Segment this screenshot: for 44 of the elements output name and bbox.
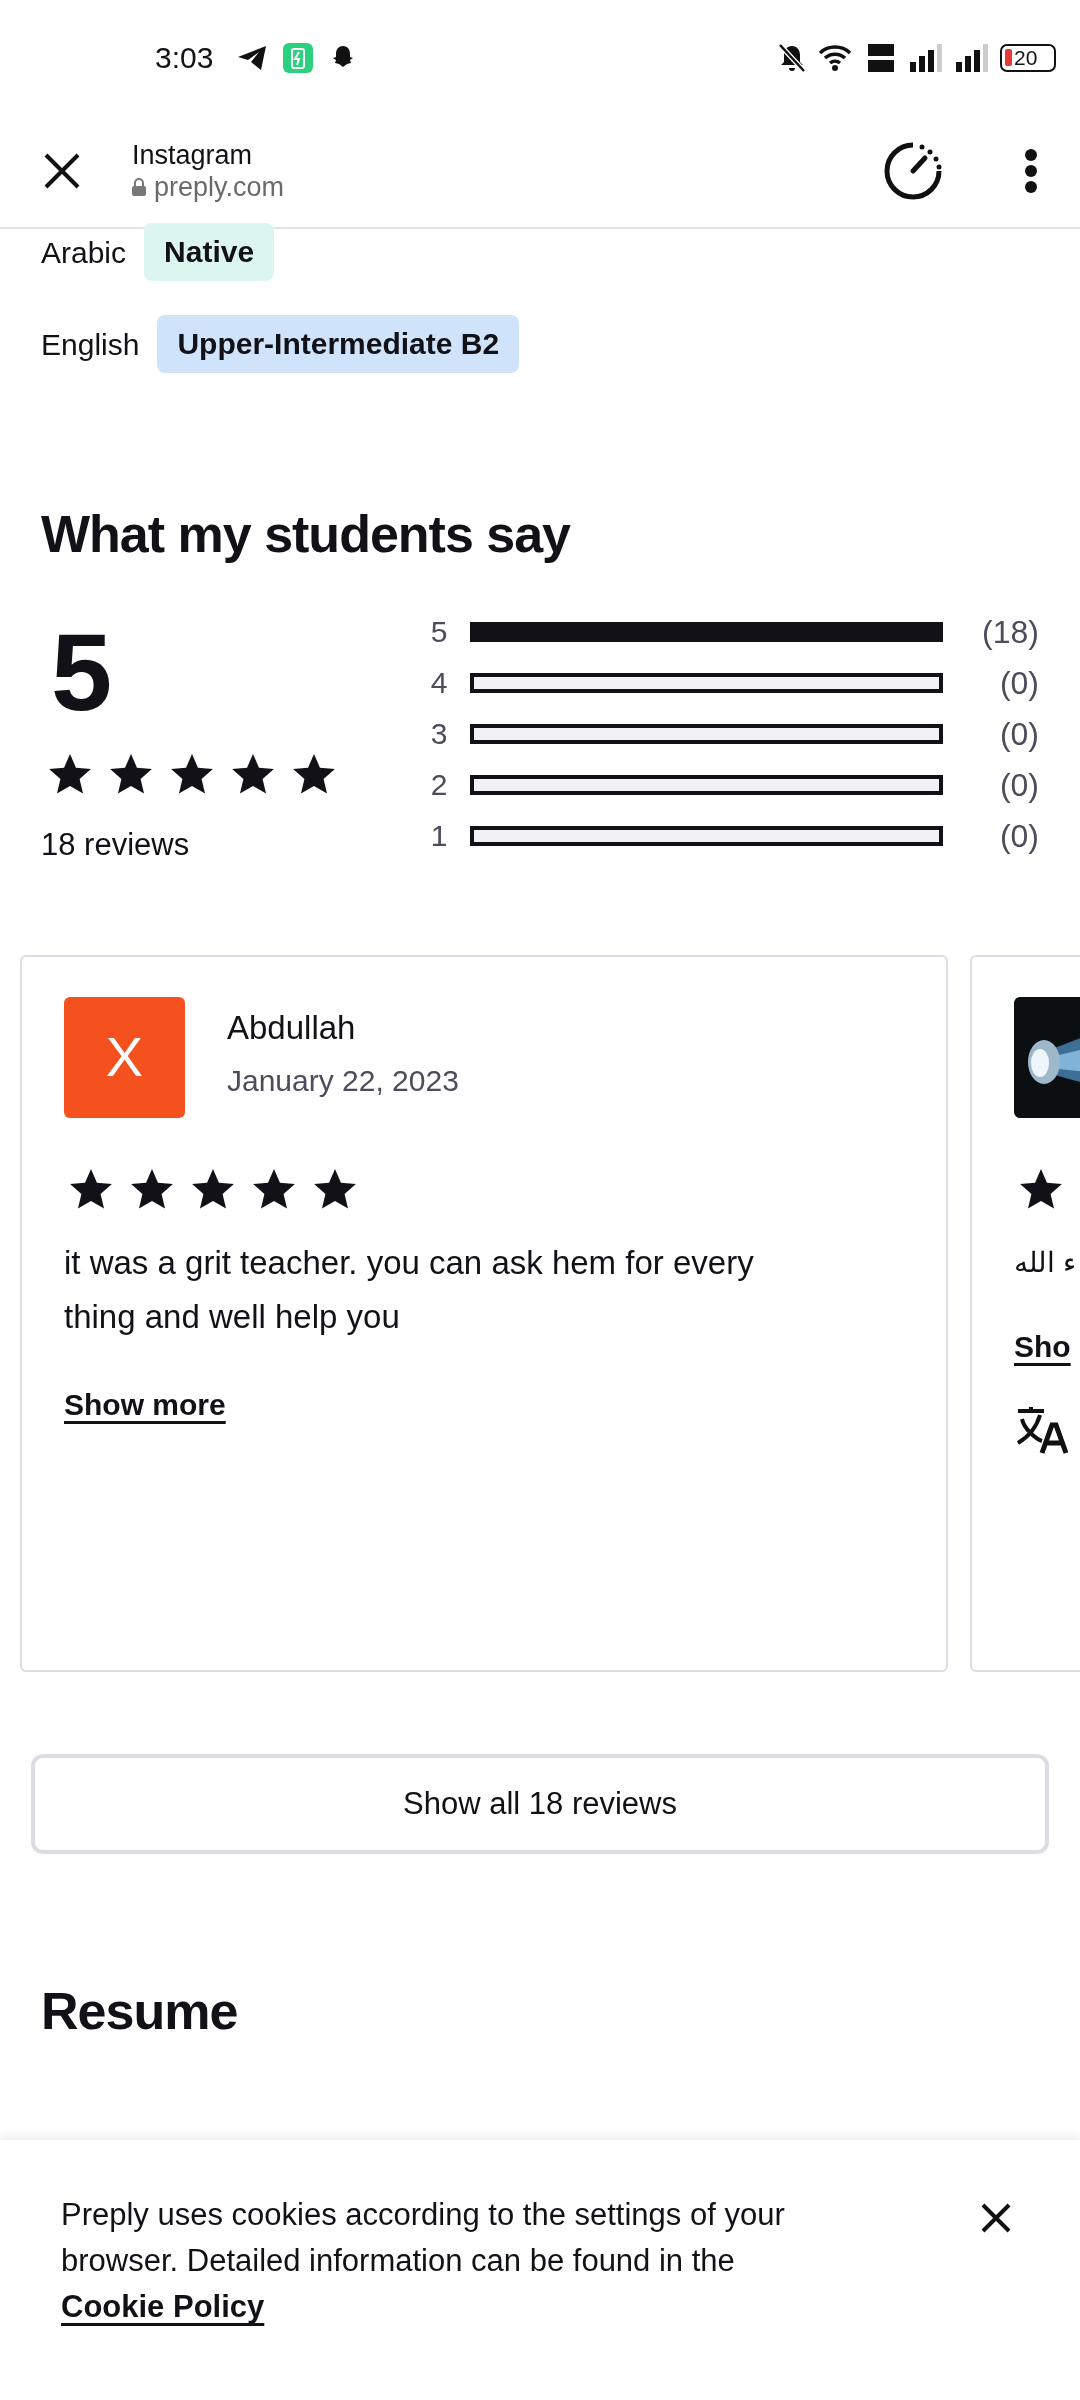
review-text: ء الله bbox=[1014, 1245, 1076, 1280]
rating-count: (0) bbox=[998, 663, 1039, 703]
paper-plane-icon bbox=[237, 44, 268, 71]
signal-icon bbox=[954, 43, 988, 72]
close-icon[interactable] bbox=[42, 151, 82, 191]
show-more-link[interactable]: Sho bbox=[1014, 1323, 1071, 1369]
section-heading: What my students say bbox=[41, 504, 572, 565]
level-tag: Upper-Intermediate B2 bbox=[157, 315, 520, 373]
battery-indicator: 20 bbox=[1000, 43, 1056, 72]
star-label: 5 bbox=[429, 614, 449, 651]
level-tag: Native bbox=[144, 223, 275, 281]
clock-time: 3:03 bbox=[155, 40, 214, 76]
star-label: 3 bbox=[429, 716, 449, 753]
language-name: English bbox=[41, 326, 140, 363]
timer-icon[interactable] bbox=[882, 140, 944, 202]
battery-charging-icon bbox=[283, 42, 314, 73]
cookie-notice: Preply uses cookies according to the settings of your browser. Detailed information can be found in the Cookie Policy bbox=[61, 2196, 786, 2326]
translate-icon[interactable] bbox=[1014, 1404, 1070, 1455]
signal-icon bbox=[908, 43, 942, 72]
show-more-link[interactable]: Show more bbox=[64, 1381, 226, 1427]
section-heading: Resume bbox=[41, 1980, 239, 2042]
page-url: preply.com bbox=[154, 171, 285, 204]
review-date: January 22, 2023 bbox=[227, 1063, 459, 1100]
close-icon[interactable] bbox=[980, 2202, 1012, 2234]
star-label: 1 bbox=[429, 818, 449, 855]
star-label: 2 bbox=[429, 767, 449, 804]
page-title: Instagram bbox=[132, 138, 254, 171]
cookie-policy-link[interactable]: Cookie Policy bbox=[61, 2289, 265, 2324]
rating-count: (0) bbox=[998, 714, 1039, 754]
muted-bell-icon bbox=[778, 42, 806, 73]
more-options-icon[interactable] bbox=[1024, 148, 1038, 194]
review-count: 18 reviews bbox=[41, 826, 191, 865]
language-name: Arabic bbox=[41, 234, 127, 271]
average-rating: 5 bbox=[50, 617, 114, 728]
rating-count: (0) bbox=[998, 816, 1039, 856]
rating-count: (0) bbox=[998, 765, 1039, 805]
avatar: X bbox=[64, 996, 185, 1118]
wifi-icon bbox=[818, 42, 854, 73]
review-text: it was a grit teacher. you can ask hem for every thing and well help you bbox=[64, 1242, 755, 1337]
rating-count: (18) bbox=[981, 612, 1039, 652]
reviewer-name: Abdullah bbox=[227, 1007, 357, 1048]
show-all-reviews-button[interactable]: Show all 18 reviews bbox=[31, 1753, 1049, 1854]
lock-icon bbox=[132, 178, 146, 197]
star-label: 4 bbox=[429, 665, 449, 702]
